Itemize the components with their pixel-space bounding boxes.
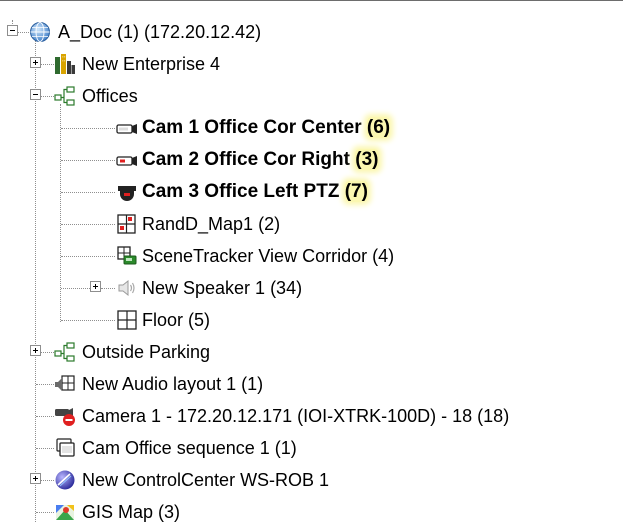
site-tree: A_Doc (1) (172.20.12.42) New Enterprise … (0, 0, 623, 522)
expand-toggle[interactable] (30, 473, 41, 484)
tree-node-label: New Audio layout 1 (1) (82, 374, 264, 394)
highlighted-count: (7) (344, 181, 368, 202)
tree-node-new-speaker-1[interactable]: New Speaker 1 (34) (0, 272, 623, 304)
tree-node-gis-map[interactable]: GIS Map (3) (0, 496, 623, 528)
tree-node-cam-2[interactable]: Cam 2 Office Cor Right (3) (0, 144, 623, 176)
tree-node-label: Cam 3 Office Left PTZ (7) (142, 181, 368, 202)
tree-node-label: A_Doc (1) (172.20.12.42) (58, 22, 262, 42)
tree-node-label: New Speaker 1 (34) (142, 278, 303, 298)
tree-node-label: Cam Office sequence 1 (1) (82, 438, 297, 458)
network-group-icon (54, 85, 76, 107)
tree-node-cam-office-sequence[interactable]: Cam Office sequence 1 (1) (0, 432, 623, 464)
ptz-camera-icon (116, 181, 138, 203)
tree-node-label: Cam 2 Office Cor Right (3) (142, 149, 379, 170)
tree-node-camera-1[interactable]: Camera 1 - 172.20.12.171 (IOI-XTRK-100D)… (0, 400, 623, 432)
expand-toggle[interactable] (30, 57, 41, 68)
highlighted-count: (3) (355, 149, 379, 170)
map-icon (116, 213, 138, 235)
enterprise-building-icon (54, 53, 76, 75)
tree-node-new-enterprise-4[interactable]: New Enterprise 4 (0, 48, 623, 80)
tree-node-label: Outside Parking (82, 342, 211, 362)
tree-node-scenetracker[interactable]: SceneTracker View Corridor (4) (0, 240, 623, 272)
tree-node-new-controlcenter[interactable]: New ControlCenter WS-ROB 1 (0, 464, 623, 496)
tree-node-label: New Enterprise 4 (82, 54, 221, 74)
audio-layout-icon (54, 373, 76, 395)
sequence-icon (54, 437, 76, 459)
tree-node-offices[interactable]: Offices (0, 80, 623, 112)
collapse-toggle[interactable] (7, 25, 18, 36)
globe-icon (29, 21, 51, 43)
highlighted-count: (6) (366, 117, 391, 138)
expand-toggle[interactable] (30, 345, 41, 356)
tree-node-label: Cam 1 Office Cor Center (6) (142, 117, 391, 138)
tree-node-cam-3[interactable]: Cam 3 Office Left PTZ (7) (0, 176, 623, 208)
tree-node-label: Offices (82, 86, 138, 106)
tree-node-randd-map1[interactable]: RandD_Map1 (2) (0, 208, 623, 240)
network-group-icon (54, 341, 76, 363)
tree-node-outside-parking[interactable]: Outside Parking (0, 336, 623, 368)
tree-node-label: Camera 1 - 172.20.12.171 (IOI-XTRK-100D)… (82, 406, 510, 426)
camera-disabled-icon (54, 405, 76, 427)
tree-node-label: New ControlCenter WS-ROB 1 (82, 470, 330, 490)
collapse-toggle[interactable] (30, 89, 41, 100)
tree-node-new-audio-layout[interactable]: New Audio layout 1 (1) (0, 368, 623, 400)
fixed-camera-icon (116, 117, 138, 139)
tree-node-label: RandD_Map1 (2) (142, 214, 281, 234)
speaker-icon (116, 277, 138, 299)
scenetracker-icon (116, 245, 138, 267)
tree-node-label: SceneTracker View Corridor (4) (142, 246, 395, 266)
floor-plan-icon (116, 309, 138, 331)
fixed-camera-recording-icon (116, 149, 138, 171)
tree-node-cam-1[interactable]: Cam 1 Office Cor Center (6) (0, 112, 623, 144)
gis-map-icon (54, 501, 76, 523)
controlcenter-icon (54, 469, 76, 491)
tree-node-label: Floor (5) (142, 310, 211, 330)
tree-node-root[interactable]: A_Doc (1) (172.20.12.42) (0, 16, 623, 48)
tree-node-label: GIS Map (3) (82, 502, 181, 522)
tree-node-floor[interactable]: Floor (5) (0, 304, 623, 336)
expand-toggle[interactable] (90, 281, 101, 292)
